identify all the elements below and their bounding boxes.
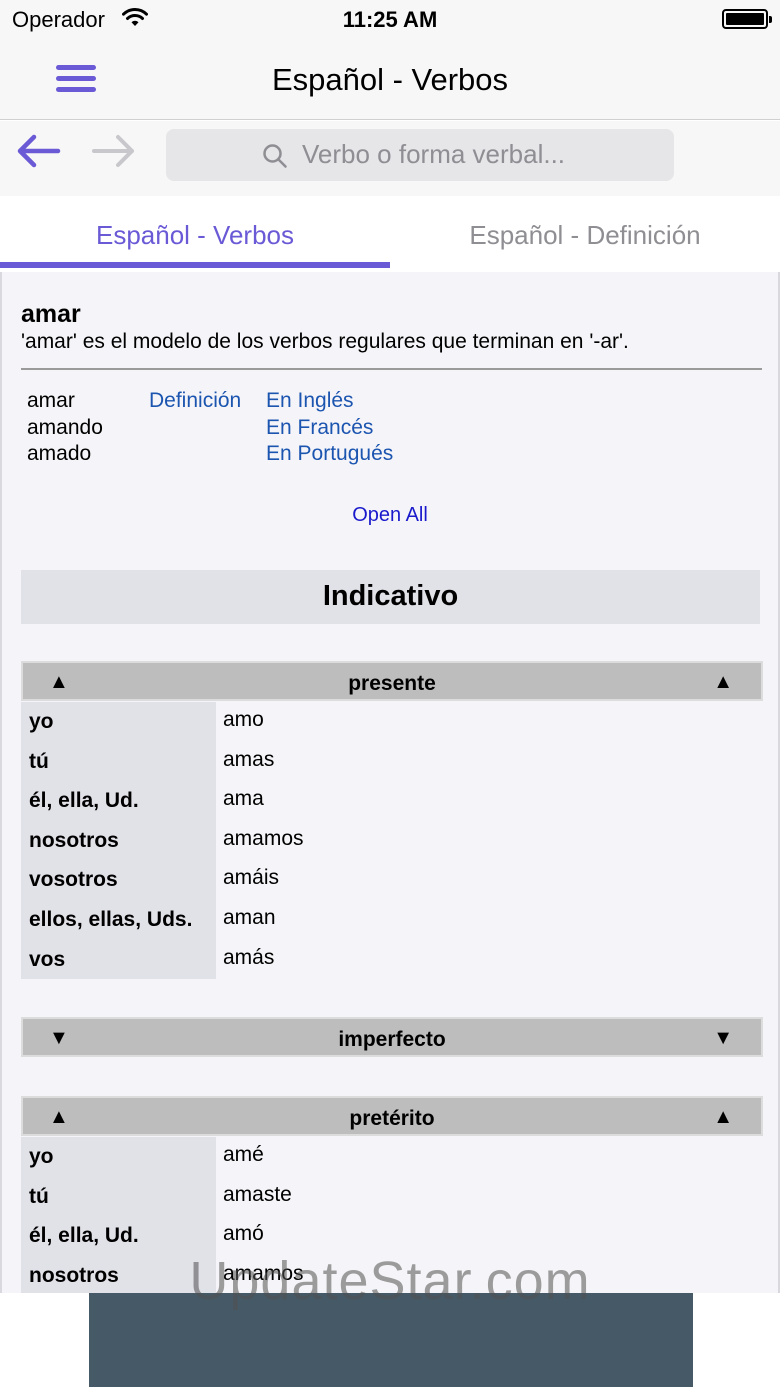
verb-forms: amar amando amado <box>27 388 103 468</box>
expand-arrow-icon: ▼ <box>713 1027 733 1049</box>
search-input[interactable]: Verbo o forma verbal... <box>166 129 674 181</box>
nav-title: Español - Verbos <box>271 62 509 97</box>
watermark: UpdateStar.com <box>189 1251 591 1311</box>
battery-icon <box>722 9 772 29</box>
table-row: yo amo <box>21 702 762 742</box>
table-row: él, ella, Ud. ama <box>21 781 762 821</box>
definition-link[interactable]: Definición <box>149 388 241 415</box>
tab-definicion[interactable]: Español - Definición <box>390 196 780 272</box>
form-cell: amáis <box>223 866 280 890</box>
clock: 11:25 AM <box>342 7 438 32</box>
mood-header: Indicativo <box>21 570 760 624</box>
tense-header-preterito[interactable]: ▲ pretérito ▲ <box>21 1096 763 1136</box>
search-placeholder: Verbo o forma verbal... <box>302 139 566 169</box>
collapse-arrow-icon: ▲ <box>713 671 733 693</box>
active-tab-indicator <box>0 262 390 268</box>
pronoun-cell: ellos, ellas, Uds. <box>21 899 216 940</box>
table-row: vos amás <box>21 939 762 980</box>
table-row: tú amaste <box>21 1176 762 1217</box>
pronoun-cell: vos <box>21 939 216 980</box>
table-row: nosotros amamos <box>21 820 762 861</box>
open-all-link[interactable]: Open All <box>2 504 778 527</box>
tab-verbos[interactable]: Español - Verbos <box>0 196 390 272</box>
conjugation-content[interactable]: amar 'amar' es el modelo de los verbos r… <box>0 272 780 1293</box>
portuguese-link[interactable]: En Portugués <box>266 441 393 468</box>
form-cell: amó <box>223 1222 264 1246</box>
collapse-arrow-icon: ▲ <box>713 1106 733 1128</box>
search-icon <box>262 143 288 174</box>
form-cell: amo <box>223 708 264 731</box>
pronoun-cell: tú <box>21 741 216 782</box>
pronoun-cell: yo <box>21 1137 216 1177</box>
english-link[interactable]: En Inglés <box>266 388 393 415</box>
form-cell: amás <box>223 945 275 969</box>
form-cell: amas <box>223 747 275 771</box>
pronoun-cell: yo <box>21 702 216 742</box>
table-row: ellos, ellas, Uds. aman <box>21 899 762 940</box>
definition-links: Definición <box>149 388 241 415</box>
conjugation-table-presente: yo amo tú amas él, ella, Ud. ama nosotro… <box>21 702 762 980</box>
verb-description: 'amar' es el modelo de los verbos regula… <box>21 330 629 353</box>
pronoun-cell: vosotros <box>21 860 216 900</box>
tense-name: pretérito <box>349 1107 435 1130</box>
translation-links: En Inglés En Francés En Portugués <box>266 388 393 468</box>
infinitive-form: amar <box>27 389 75 412</box>
status-bar: Operador 11:25 AM <box>0 0 780 40</box>
pronoun-cell: tú <box>21 1176 216 1217</box>
form-cell: amamos <box>223 826 304 850</box>
participle-form: amado <box>27 442 92 465</box>
tense-header-presente[interactable]: ▲ presente ▲ <box>21 661 763 701</box>
tense-header-imperfecto[interactable]: ▼ imperfecto ▼ <box>21 1017 763 1057</box>
back-arrow-icon[interactable] <box>14 131 62 171</box>
form-cell: aman <box>223 905 276 929</box>
toolbar: Verbo o forma verbal... <box>0 121 780 196</box>
form-cell: ama <box>223 787 264 811</box>
tense-name: imperfecto <box>338 1028 446 1051</box>
divider <box>21 368 762 370</box>
nav-bar: Español - Verbos <box>0 40 780 120</box>
forward-arrow-icon[interactable] <box>90 131 138 171</box>
french-link[interactable]: En Francés <box>266 415 393 442</box>
table-row: vosotros amáis <box>21 860 762 900</box>
table-row: yo amé <box>21 1137 762 1177</box>
tab-bar: Español - Verbos Español - Definición <box>0 196 780 272</box>
verb-title: amar <box>21 300 81 328</box>
pronoun-cell: él, ella, Ud. <box>21 781 216 821</box>
table-row: tú amas <box>21 741 762 782</box>
form-cell: amaste <box>223 1182 292 1206</box>
tense-name: presente <box>348 672 436 695</box>
pronoun-cell: nosotros <box>21 820 216 861</box>
gerund-form: amando <box>27 415 103 439</box>
form-cell: amé <box>223 1143 264 1166</box>
